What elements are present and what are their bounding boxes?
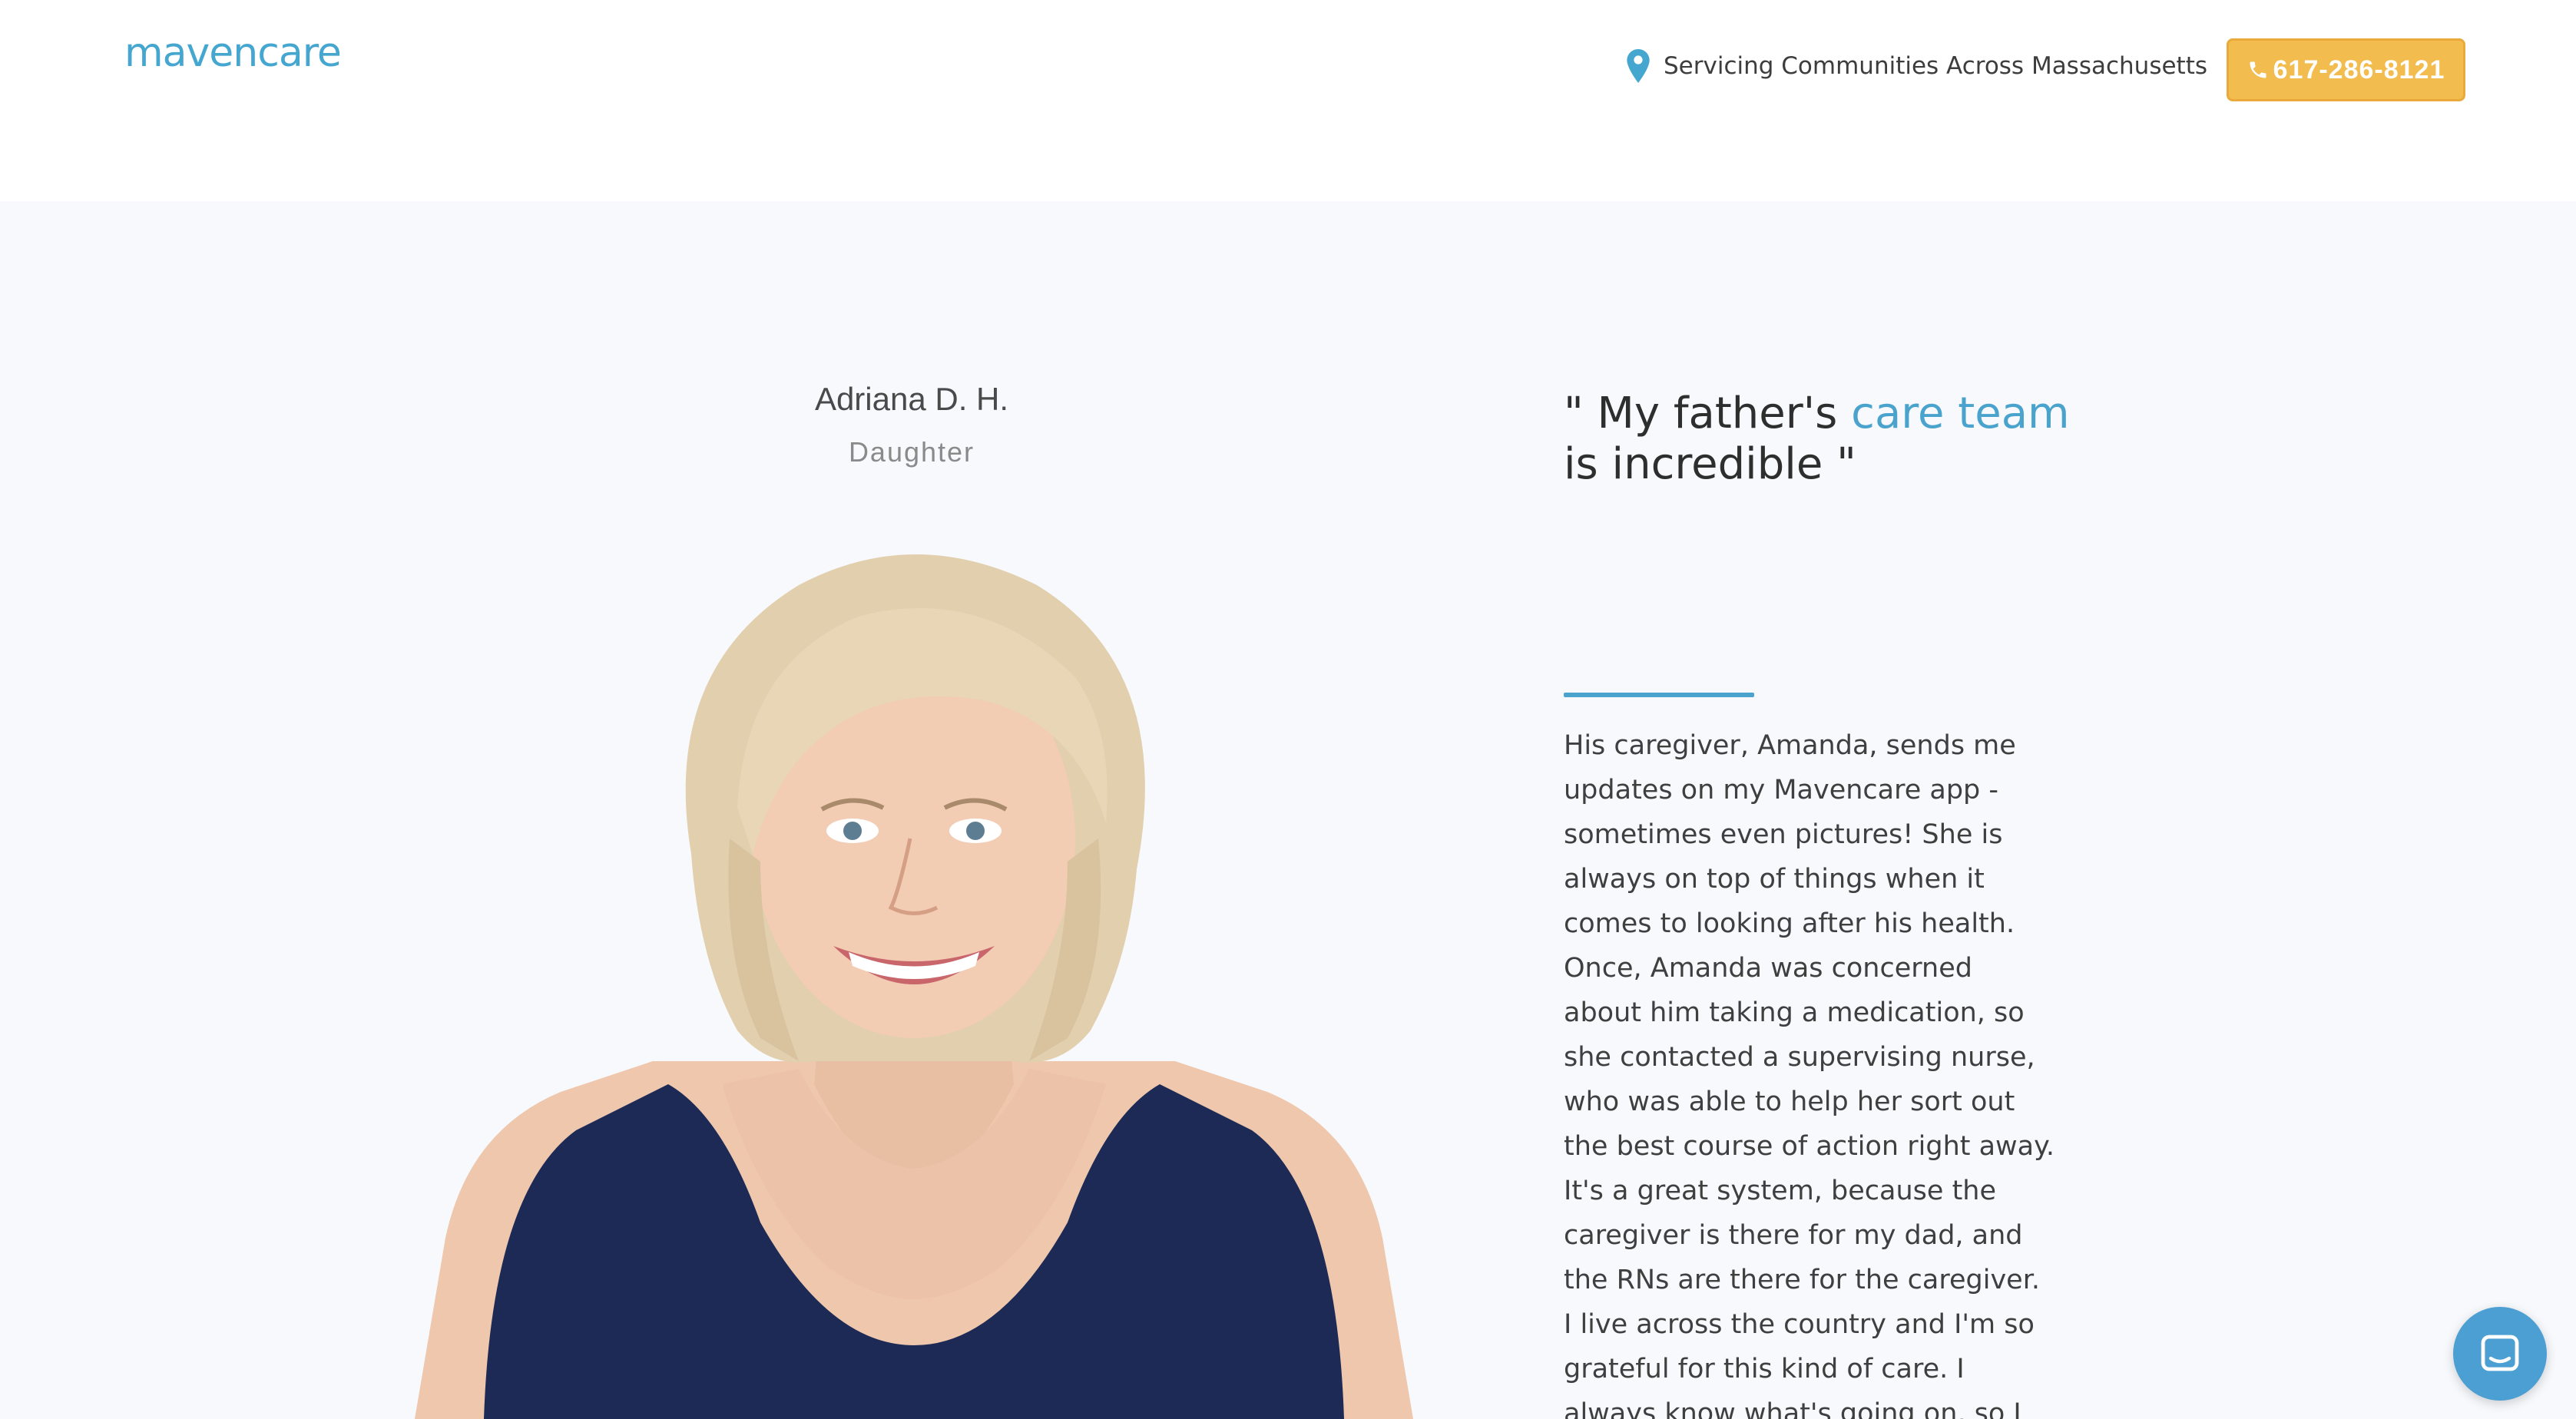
quote-underline-accent: [1564, 693, 1754, 697]
service-area: Servicing Communities Across Massachuset…: [1627, 43, 2207, 89]
quote-open-text: " My father's: [1564, 389, 1852, 438]
testimonial-section: Adriana D. H. Daughter " My father's car…: [0, 201, 2576, 1419]
testimonial-author-name: Adriana D. H.: [814, 381, 1009, 417]
call-phone-button[interactable]: 617-286-8121: [2227, 38, 2465, 101]
map-pin-icon: [1627, 49, 1650, 83]
service-area-text: Servicing Communities Across Massachuset…: [1664, 52, 2208, 80]
testimonial-author-role: Daughter: [848, 436, 975, 468]
phone-icon: [2250, 61, 2266, 78]
chat-bubble-icon: [2481, 1335, 2519, 1371]
mavencare-logo[interactable]: mavencare: [124, 26, 342, 80]
quote-underlined-text: incredible: [1611, 439, 1823, 489]
chat-launcher-button[interactable]: [2453, 1307, 2547, 1401]
testimonial-portrait-photo: [415, 554, 1413, 1419]
site-header: mavencare Servicing Communities Across M…: [0, 0, 2576, 201]
page: mavencare Servicing Communities Across M…: [0, 0, 2576, 1419]
quote-close-text: ": [1823, 439, 1856, 489]
testimonial-body-text: His caregiver, Amanda, sends me updates …: [1564, 730, 2055, 1419]
phone-number-label: 617-286-8121: [2273, 55, 2445, 84]
quote-accent-text: care team: [1851, 389, 2070, 438]
testimonial-quote-title: " My father's care team is incredible ": [1564, 389, 2101, 490]
quote-mid-text: is: [1564, 439, 1612, 489]
